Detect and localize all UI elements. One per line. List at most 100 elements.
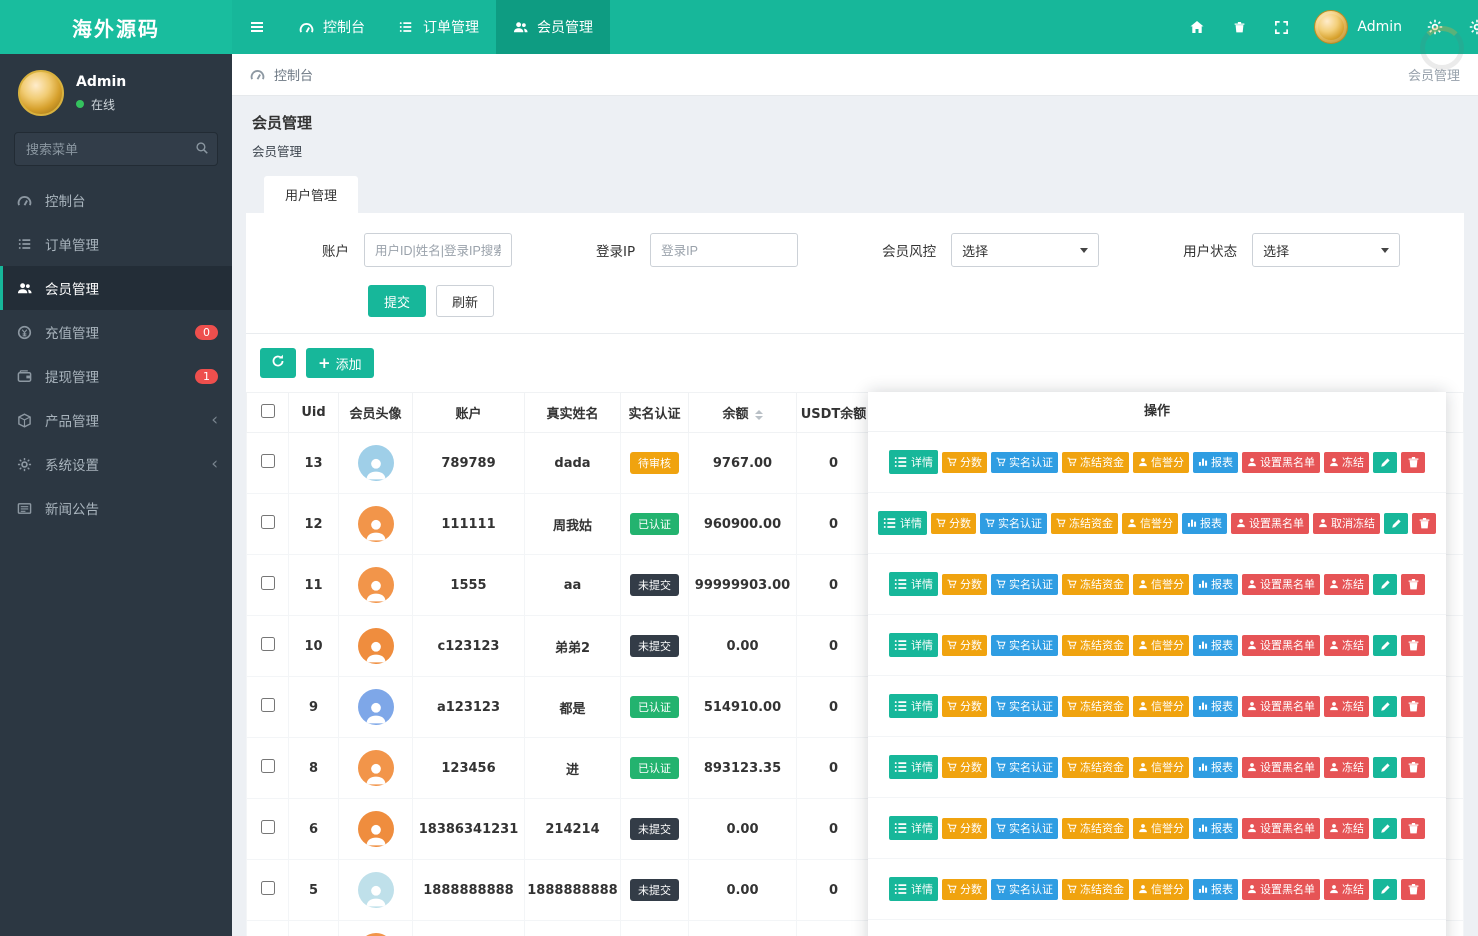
- delete-button[interactable]: [1401, 817, 1425, 839]
- credit-score-button[interactable]: 信誉分: [1133, 695, 1189, 717]
- realname-auth-button[interactable]: 实名认证: [991, 451, 1058, 473]
- row-checkbox[interactable]: [260, 698, 275, 712]
- freeze-funds-button[interactable]: 冻结资金: [1062, 634, 1129, 656]
- login-ip-input[interactable]: [650, 233, 799, 267]
- delete-button[interactable]: [1401, 634, 1425, 656]
- set-blacklist-button[interactable]: 设置黑名单: [1242, 756, 1320, 778]
- freeze-button[interactable]: 冻结: [1324, 695, 1369, 717]
- freeze-button[interactable]: 冻结: [1324, 878, 1369, 900]
- credit-score-button[interactable]: 信誉分: [1133, 817, 1189, 839]
- sidebar-item-dashboard[interactable]: 控制台: [0, 178, 232, 222]
- topnav-dashboard[interactable]: 控制台: [282, 0, 382, 54]
- edit-button[interactable]: [1373, 817, 1397, 839]
- search-icon[interactable]: [195, 141, 209, 155]
- freeze-funds-button[interactable]: 冻结资金: [1051, 512, 1118, 534]
- detail-button[interactable]: 详情: [889, 633, 938, 657]
- delete-button[interactable]: [1401, 878, 1425, 900]
- row-checkbox[interactable]: [260, 881, 275, 895]
- score-button[interactable]: 分数: [942, 451, 987, 473]
- row-checkbox[interactable]: [260, 820, 275, 834]
- tab-user-management[interactable]: 用户管理: [264, 176, 359, 213]
- detail-button[interactable]: 详情: [889, 755, 938, 779]
- report-button[interactable]: 报表: [1193, 573, 1238, 595]
- credit-score-button[interactable]: 信誉分: [1133, 878, 1189, 900]
- row-checkbox[interactable]: [260, 637, 275, 651]
- freeze-button[interactable]: 冻结: [1324, 451, 1369, 473]
- detail-button[interactable]: 详情: [889, 572, 938, 596]
- freeze-funds-button[interactable]: 冻结资金: [1062, 695, 1129, 717]
- score-button[interactable]: 分数: [942, 634, 987, 656]
- detail-button[interactable]: 详情: [889, 877, 938, 901]
- credit-score-button[interactable]: 信誉分: [1133, 634, 1189, 656]
- topnav-members[interactable]: 会员管理: [496, 0, 610, 54]
- add-member-button[interactable]: + 添加: [306, 348, 374, 378]
- score-button[interactable]: 分数: [942, 756, 987, 778]
- breadcrumb-left[interactable]: 控制台: [250, 65, 313, 84]
- set-blacklist-button[interactable]: 设置黑名单: [1231, 512, 1309, 534]
- sidebar-item-withdraw[interactable]: 提现管理 1: [0, 354, 232, 398]
- set-blacklist-button[interactable]: 设置黑名单: [1242, 695, 1320, 717]
- credit-score-button[interactable]: 信誉分: [1133, 451, 1189, 473]
- report-button[interactable]: 报表: [1193, 695, 1238, 717]
- delete-button[interactable]: [1412, 512, 1436, 534]
- sidebar-item-products[interactable]: 产品管理 ‹: [0, 398, 232, 442]
- edit-button[interactable]: [1373, 573, 1397, 595]
- user-menu[interactable]: Admin: [1314, 10, 1402, 44]
- freeze-funds-button[interactable]: 冻结资金: [1062, 451, 1129, 473]
- delete-button[interactable]: [1401, 695, 1425, 717]
- score-button[interactable]: 分数: [942, 878, 987, 900]
- detail-button[interactable]: 详情: [878, 511, 927, 535]
- status-select[interactable]: 选择: [1252, 233, 1401, 267]
- set-blacklist-button[interactable]: 设置黑名单: [1242, 573, 1320, 595]
- freeze-funds-button[interactable]: 冻结资金: [1062, 573, 1129, 595]
- row-checkbox[interactable]: [260, 515, 275, 529]
- settings-gear-icon[interactable]: [1468, 18, 1478, 36]
- trash-icon[interactable]: [1230, 18, 1248, 36]
- report-button[interactable]: 报表: [1193, 634, 1238, 656]
- submit-button[interactable]: 提交: [368, 285, 427, 317]
- freeze-funds-button[interactable]: 冻结资金: [1062, 878, 1129, 900]
- credit-score-button[interactable]: 信誉分: [1133, 756, 1189, 778]
- sidebar-item-members[interactable]: 会员管理: [0, 266, 232, 310]
- set-blacklist-button[interactable]: 设置黑名单: [1242, 817, 1320, 839]
- freeze-funds-button[interactable]: 冻结资金: [1062, 756, 1129, 778]
- realname-auth-button[interactable]: 实名认证: [991, 878, 1058, 900]
- topnav-orders[interactable]: 订单管理: [382, 0, 496, 54]
- detail-button[interactable]: 详情: [889, 694, 938, 718]
- set-blacklist-button[interactable]: 设置黑名单: [1242, 634, 1320, 656]
- credit-score-button[interactable]: 信誉分: [1133, 573, 1189, 595]
- edit-button[interactable]: [1373, 634, 1397, 656]
- detail-button[interactable]: 详情: [889, 450, 938, 474]
- refresh-button[interactable]: 刷新: [436, 285, 495, 317]
- edit-button[interactable]: [1373, 878, 1397, 900]
- report-button[interactable]: 报表: [1193, 451, 1238, 473]
- score-button[interactable]: 分数: [942, 817, 987, 839]
- row-checkbox[interactable]: [260, 759, 275, 773]
- menu-search-input[interactable]: [14, 132, 218, 166]
- realname-auth-button[interactable]: 实名认证: [991, 695, 1058, 717]
- edit-button[interactable]: [1373, 695, 1397, 717]
- report-button[interactable]: 报表: [1193, 756, 1238, 778]
- gear-icon[interactable]: [1426, 18, 1444, 36]
- credit-score-button[interactable]: 信誉分: [1122, 512, 1178, 534]
- delete-button[interactable]: [1401, 756, 1425, 778]
- set-blacklist-button[interactable]: 设置黑名单: [1242, 878, 1320, 900]
- sidebar-item-orders[interactable]: 订单管理: [0, 222, 232, 266]
- edit-button[interactable]: [1384, 512, 1408, 534]
- edit-button[interactable]: [1373, 451, 1397, 473]
- report-button[interactable]: 报表: [1193, 817, 1238, 839]
- freeze-funds-button[interactable]: 冻结资金: [1062, 817, 1129, 839]
- freeze-button[interactable]: 冻结: [1324, 634, 1369, 656]
- sidebar-item-recharge[interactable]: 充值管理 0: [0, 310, 232, 354]
- row-checkbox[interactable]: [260, 454, 275, 468]
- account-search-input[interactable]: [364, 233, 512, 267]
- report-button[interactable]: 报表: [1193, 878, 1238, 900]
- realname-auth-button[interactable]: 实名认证: [991, 573, 1058, 595]
- sidebar-toggle-button[interactable]: [232, 0, 282, 54]
- edit-button[interactable]: [1373, 756, 1397, 778]
- detail-button[interactable]: 详情: [889, 816, 938, 840]
- fullscreen-icon[interactable]: [1272, 18, 1290, 36]
- risk-select[interactable]: 选择: [951, 233, 1100, 267]
- realname-auth-button[interactable]: 实名认证: [991, 756, 1058, 778]
- report-button[interactable]: 报表: [1182, 512, 1227, 534]
